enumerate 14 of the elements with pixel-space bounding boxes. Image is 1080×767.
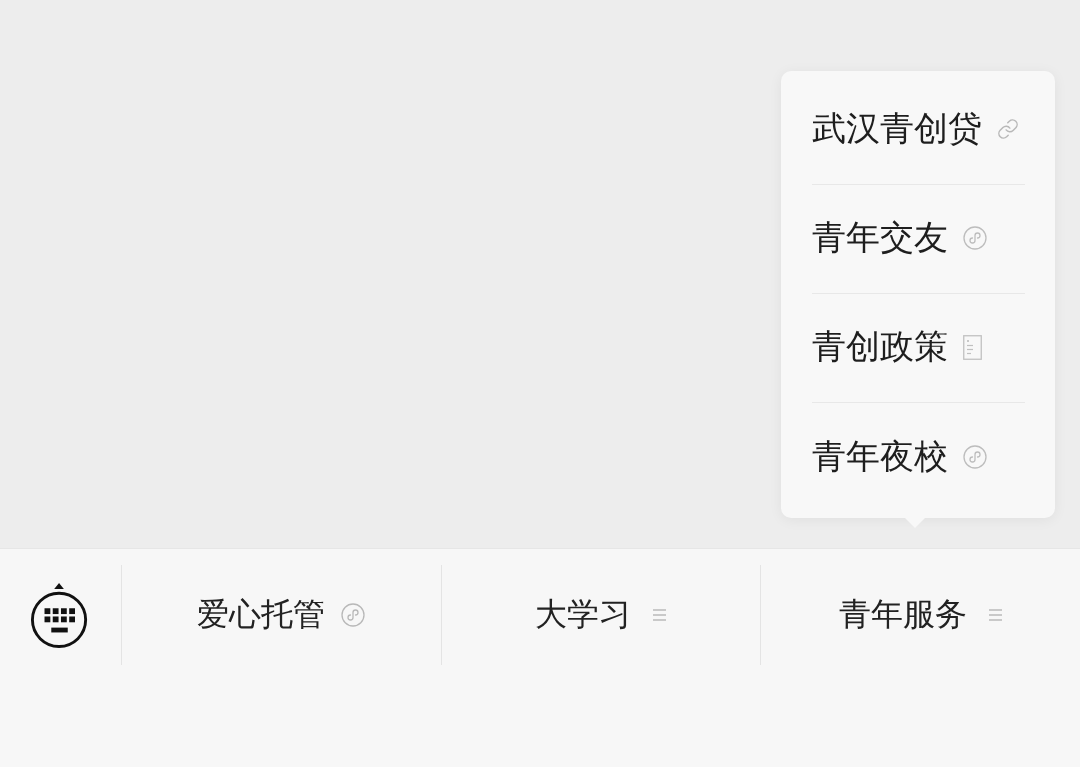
menu-icon (989, 609, 1003, 621)
submenu-item[interactable]: 青创政策 (812, 294, 1025, 403)
menu-button[interactable]: 爱心托管 (122, 565, 441, 665)
menu-icon (653, 609, 667, 621)
submenu-item[interactable]: 青年交友 (812, 185, 1025, 294)
circle-link-icon (963, 226, 987, 250)
menu-button[interactable]: 大学习 (441, 565, 761, 665)
menu-button[interactable]: 青年服务 (761, 565, 1080, 665)
document-icon (963, 334, 982, 360)
link-icon (997, 118, 1019, 140)
circle-link-icon (341, 603, 366, 627)
circle-link-icon (963, 444, 987, 469)
submenu-item[interactable]: 青年夜校 (812, 403, 1025, 512)
submenu-item[interactable]: 武汉青创贷 (812, 76, 1025, 185)
